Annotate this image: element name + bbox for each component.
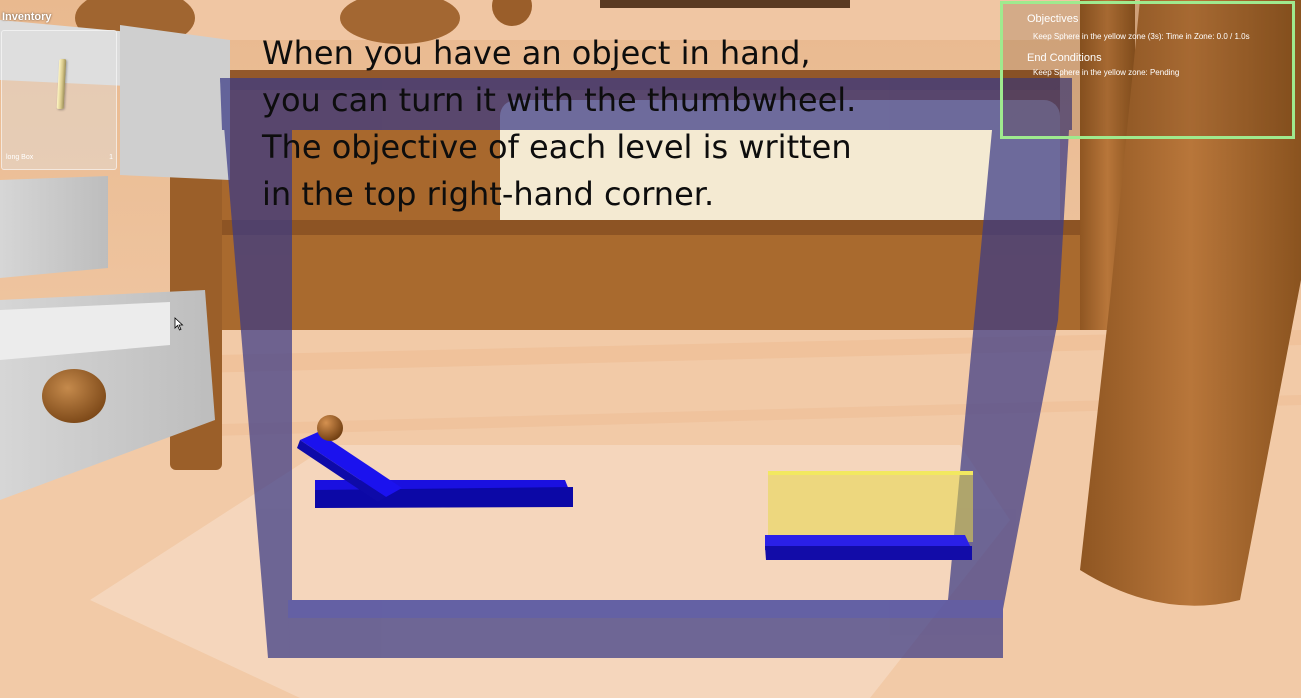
tutorial-message: When you have an object in hand, you can… (262, 30, 902, 218)
tutorial-line: The objective of each level is written (262, 128, 852, 166)
bed-rail (170, 220, 1080, 330)
drawer-knob[interactable] (42, 369, 106, 423)
mouse-cursor-icon (174, 317, 184, 331)
tutorial-line: you can turn it with the thumbwheel. (262, 81, 857, 119)
objective-item: Keep Sphere in the yellow zone (3s): Tim… (1033, 32, 1250, 41)
tutorial-line: When you have an object in hand, (262, 34, 811, 72)
inventory-item-count: 1 (109, 154, 113, 161)
sphere[interactable] (317, 415, 343, 441)
objectives-panel: Objectives Keep Sphere in the yellow zon… (1000, 1, 1295, 139)
inventory-title: Inventory (2, 11, 52, 23)
inventory-item-name: long Box (6, 154, 34, 161)
drawer-upper (0, 176, 108, 278)
cabinet-top-shade (120, 25, 230, 180)
end-condition-item: Keep Sphere in the yellow zone: Pending (1033, 68, 1180, 77)
frame-bottom-edge (288, 600, 1003, 618)
tutorial-line: in the top right-hand corner. (262, 175, 715, 213)
target-zone (765, 471, 973, 560)
long-box-icon (56, 59, 67, 109)
objectives-title: Objectives (1027, 13, 1079, 25)
bed-rail-shade (170, 220, 1080, 235)
end-conditions-title: End Conditions (1027, 52, 1102, 64)
shelf-top (600, 0, 850, 8)
inventory-slot[interactable]: long Box 1 (1, 30, 117, 170)
